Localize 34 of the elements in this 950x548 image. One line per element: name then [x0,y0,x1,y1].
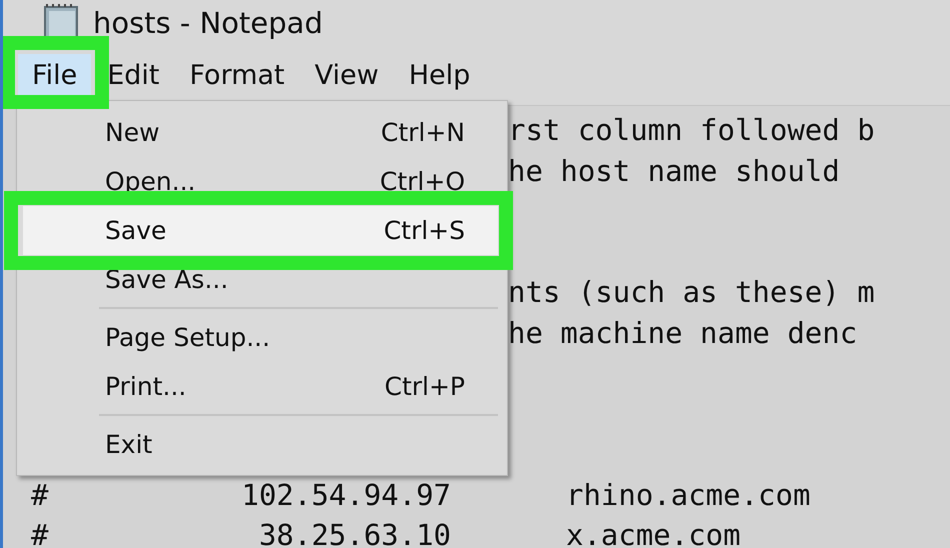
shortcut-label: Ctrl+S [384,216,465,245]
menu-title[interactable]: Format [175,54,299,97]
comment-mark: # [31,518,50,548]
menu-item[interactable]: Print... Ctrl+P [23,362,498,411]
menu-title[interactable]: Help [394,54,484,97]
text-line: rst column followed b [508,113,875,148]
menu-title[interactable]: Edit [93,54,174,97]
host-name: x.acme.com [566,518,741,548]
text-line: he host name should [508,154,840,188]
window-title: hosts - Notepad [93,6,323,40]
menu-item[interactable]: Open... Ctrl+O [23,157,498,206]
menu-item-label: Open... [105,167,196,196]
text-line: he machine name denc [508,316,858,350]
menu-item-label: Save As... [105,265,228,294]
menu-item[interactable]: Page Setup... [23,313,498,362]
menu-item[interactable]: Save Ctrl+S [23,206,498,255]
shortcut-label: Ctrl+O [380,167,465,196]
ip-address: 38.25.63.10 [258,518,451,548]
shortcut-label: Ctrl+N [380,118,465,147]
menu-item[interactable]: Exit [23,420,498,469]
menu-item-label: Page Setup... [105,323,270,352]
menu-item-label: Print... [105,372,186,401]
comment-mark: # [31,478,50,512]
text-line: nts (such as these) m [508,275,875,310]
menu-item-label: Save [105,216,166,245]
ip-address: 102.54.94.97 [240,478,451,512]
menu-item-label: New [105,118,160,147]
host-name: rhino.acme.com [566,478,810,512]
menu-item-label: Exit [105,430,152,459]
shortcut-label: Ctrl+P [384,372,465,401]
menu-item[interactable]: New Ctrl+N [23,108,498,157]
menu-title[interactable]: View [300,54,393,97]
menu-item[interactable]: Save As... [23,255,498,304]
menu-title[interactable]: File [18,54,92,97]
